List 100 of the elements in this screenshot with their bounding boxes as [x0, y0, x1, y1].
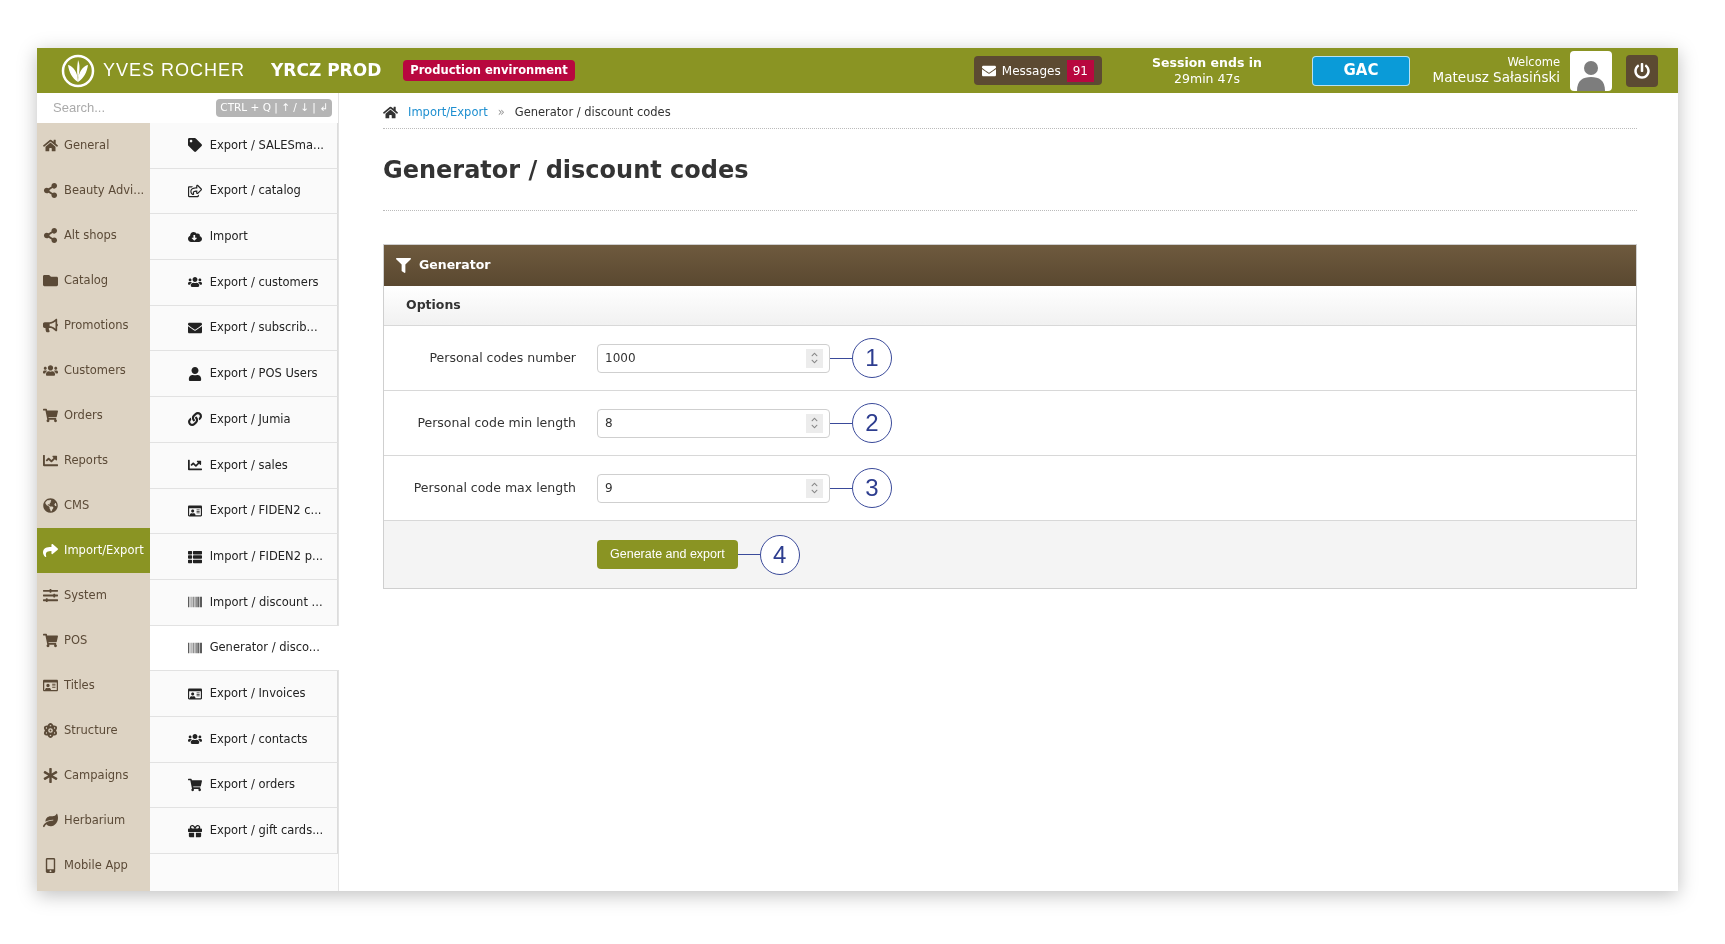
shortcut-hint: CTRL + Q | ↑ / ↓ | ↲	[216, 99, 332, 117]
submenu-item[interactable]: Export / sales	[149, 442, 338, 489]
user-name: Mateusz Sałasiński	[1432, 69, 1560, 87]
cloud-download-icon	[187, 229, 202, 244]
number-field[interactable]: 9	[597, 473, 830, 503]
envelope-icon	[981, 63, 996, 78]
menu-item[interactable]: Herbarium	[37, 798, 150, 843]
leader-line	[830, 357, 852, 359]
tag-icon	[187, 138, 202, 153]
sliders-icon	[43, 588, 58, 603]
submenu-item[interactable]: Import / FIDEN2 p...	[149, 534, 338, 580]
submenu-item[interactable]: Export / catalog	[149, 168, 338, 215]
menu-item[interactable]: General	[37, 123, 150, 168]
leaf-logo-icon	[61, 53, 95, 88]
breadcrumb-current: Generator / discount codes	[514, 103, 671, 121]
breadcrumb-link[interactable]: Import/Export	[408, 103, 488, 122]
submenu-item[interactable]: Export / Jumia	[149, 397, 338, 443]
id-card-icon	[43, 678, 58, 693]
spinner-icon[interactable]	[806, 478, 823, 498]
menu-item[interactable]: Titles	[37, 663, 150, 708]
leader-line	[830, 422, 852, 424]
power-icon	[1634, 62, 1650, 79]
leaf-icon	[43, 813, 58, 828]
session-label: Session ends in	[1152, 54, 1262, 71]
menu-item[interactable]: System	[37, 573, 150, 618]
submenu-item[interactable]: Export / SALESma...	[149, 123, 338, 169]
curved-arrow-icon	[43, 543, 58, 558]
users-icon	[187, 275, 202, 290]
menu-item[interactable]: Alt shops	[37, 213, 150, 258]
messages-button[interactable]: Messages 91	[973, 56, 1102, 85]
power-button[interactable]	[1626, 54, 1658, 87]
menu-item[interactable]: Mobile App	[37, 843, 150, 888]
field-label: Personal code max length	[412, 478, 576, 497]
menu-item[interactable]: POS	[37, 618, 150, 663]
megaphone-icon	[43, 318, 58, 333]
users-icon	[43, 363, 58, 378]
leader-line	[830, 487, 852, 489]
link-icon	[187, 412, 202, 427]
page-title: Generator / discount codes	[383, 154, 749, 186]
phone-icon	[43, 858, 58, 873]
submenu-item[interactable]: Export / orders	[149, 762, 338, 809]
menu-item[interactable]: Promotions	[37, 303, 150, 348]
step-marker: 2	[852, 403, 892, 443]
menu-item[interactable]: Customers	[37, 348, 150, 393]
user-avatar[interactable]	[1570, 50, 1612, 91]
field-label: Personal codes number	[428, 348, 576, 367]
menu-item[interactable]: Beauty Advi...	[37, 168, 150, 213]
number-field[interactable]: 8	[597, 408, 830, 438]
number-field[interactable]: 1000	[597, 343, 830, 373]
welcome-label: Welcome	[1507, 54, 1560, 70]
submenu-item[interactable]: Export / Invoices	[149, 671, 338, 717]
submenu-item[interactable]: Import	[149, 214, 338, 261]
breadcrumb-separator: »	[497, 103, 505, 121]
section-title: Options	[406, 296, 461, 315]
submenu-item[interactable]: Export / gift cards...	[149, 808, 338, 854]
submenu-item[interactable]: Export / FIDEN2 c...	[149, 488, 338, 535]
message-count: 91	[1066, 59, 1094, 82]
menu-item[interactable]: CMS	[37, 483, 150, 528]
cart-icon	[43, 408, 58, 423]
barcode-icon	[187, 640, 202, 655]
barcode-icon	[187, 595, 202, 610]
filter-icon	[396, 258, 411, 273]
asterisk-icon	[43, 768, 58, 783]
step-marker: 4	[759, 534, 800, 575]
menu-item[interactable]: Reports	[37, 438, 150, 483]
list-icon	[187, 549, 202, 564]
user-icon	[187, 366, 202, 381]
globe-icon	[43, 498, 58, 513]
envelope-icon	[187, 321, 202, 336]
spinner-icon[interactable]	[806, 348, 823, 368]
share-nodes-icon	[43, 228, 58, 243]
submenu-item[interactable]: Generator / disco...	[149, 625, 339, 672]
brand-name: YVES ROCHER	[103, 59, 246, 82]
id-card-icon	[187, 686, 202, 701]
search-field[interactable]: Search...	[53, 98, 217, 118]
menu-item[interactable]: Campaigns	[37, 753, 150, 798]
gift-icon	[187, 823, 202, 838]
submenu-item[interactable]: Import / discount ...	[149, 579, 338, 626]
field-label: Personal code min length	[416, 413, 576, 432]
submenu-item[interactable]: Export / POS Users	[149, 351, 338, 398]
line-chart-icon	[187, 458, 202, 473]
submenu-item[interactable]: Export / customers	[149, 260, 338, 306]
submenu-item[interactable]: Export / contacts	[149, 716, 338, 763]
users-icon	[187, 732, 202, 747]
atom-icon	[43, 723, 58, 738]
line-chart-icon	[43, 453, 58, 468]
session-timer: 29min 47s	[1174, 70, 1240, 87]
submenu-item[interactable]: Export / subscrib...	[149, 305, 338, 352]
step-marker: 1	[852, 338, 892, 378]
environment-badge: Production environment	[403, 59, 575, 82]
cart-icon	[187, 777, 202, 792]
menu-item[interactable]: Orders	[37, 393, 150, 438]
home-icon	[383, 105, 398, 120]
leader-line	[737, 554, 760, 555]
id-card-icon	[187, 503, 202, 518]
spinner-icon[interactable]	[806, 413, 823, 433]
folder-icon	[43, 273, 58, 288]
menu-item[interactable]: Structure	[37, 708, 150, 753]
home-icon	[43, 138, 58, 153]
menu-item[interactable]: Catalog	[37, 258, 150, 303]
